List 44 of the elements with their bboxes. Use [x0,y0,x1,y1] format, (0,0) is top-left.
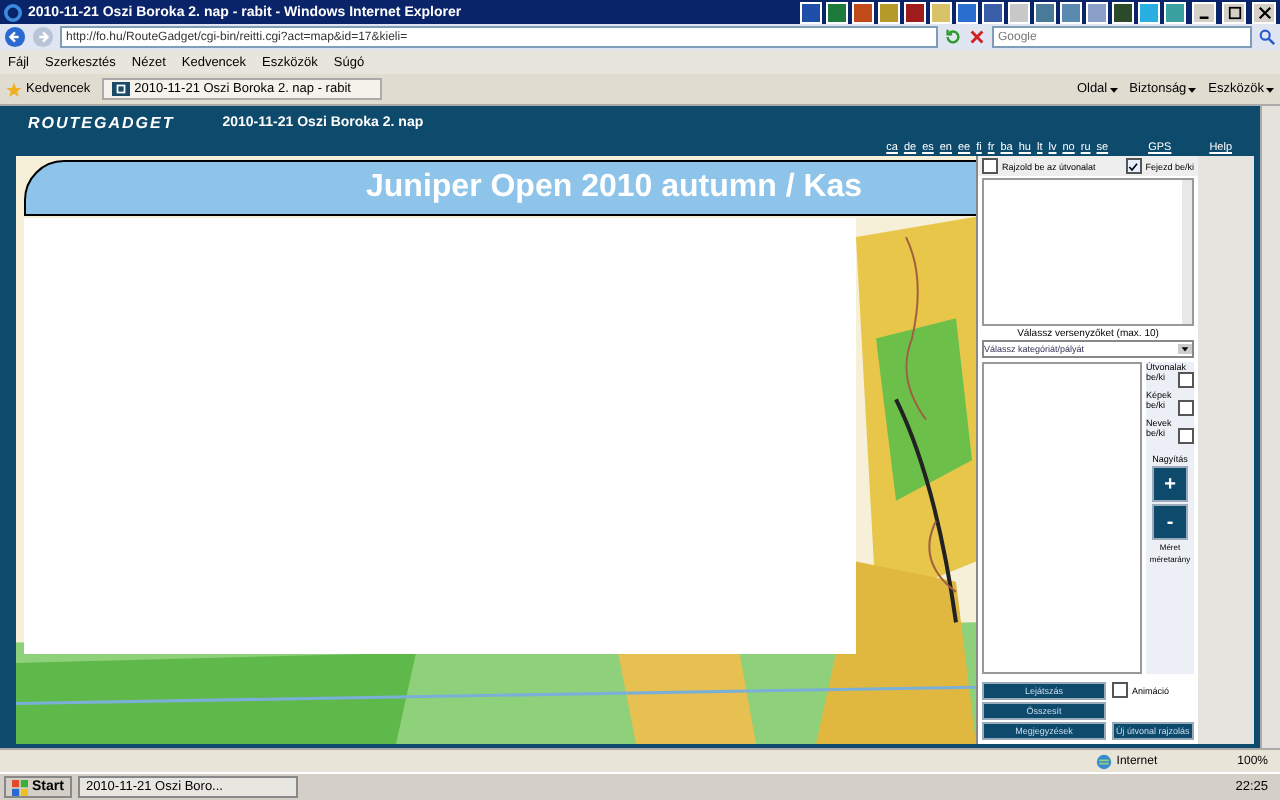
zoom-in-button[interactable]: + [1152,466,1188,502]
logo: ROUTEGADGET [28,114,175,132]
app-icon[interactable] [956,1,978,23]
maximize-button[interactable] [1222,1,1246,23]
page-icon [112,82,131,96]
windows-logo-icon [12,779,28,795]
minimize-button[interactable] [1192,1,1216,23]
app-icon[interactable] [904,1,926,23]
zoom-out-button[interactable]: - [1152,504,1188,540]
star-icon [6,81,22,97]
app-icon[interactable] [1034,1,1056,23]
globe-icon [1096,753,1113,769]
refresh-icon[interactable] [944,28,962,46]
search-icon[interactable] [1258,28,1276,46]
checkbox[interactable] [1178,428,1194,444]
scrollbar[interactable] [1260,106,1280,748]
app-icon[interactable] [1164,1,1186,23]
maximize-icon [1227,5,1241,19]
app-icon[interactable] [800,1,822,23]
checkbox[interactable] [1125,158,1142,174]
caret-icon [1109,85,1118,93]
stop-icon[interactable] [968,28,986,46]
checkbox[interactable] [1178,372,1194,388]
browser-icon [4,3,22,21]
app-icon[interactable] [878,1,900,23]
close-icon [1257,5,1271,19]
app-icon[interactable] [982,1,1004,23]
app-icon[interactable] [852,1,874,23]
checkbox[interactable] [1112,682,1128,698]
app-icon[interactable] [826,1,848,23]
back-button[interactable] [4,26,26,48]
caret-icon [1266,85,1274,93]
app-icon[interactable] [1138,1,1160,23]
app-icon[interactable] [1086,1,1108,23]
dropdown-arrow-icon [1178,344,1192,354]
app-icon[interactable] [1060,1,1082,23]
checkbox[interactable] [982,158,998,174]
checkbox[interactable] [1178,400,1194,416]
app-icon[interactable] [1008,1,1030,23]
banner-title: Juniper Open 2010 autumn / Kas [366,170,863,206]
app-icon[interactable] [930,1,952,23]
app-icon[interactable] [1112,1,1134,23]
close-button[interactable] [1252,1,1276,23]
caret-icon [1188,85,1197,93]
